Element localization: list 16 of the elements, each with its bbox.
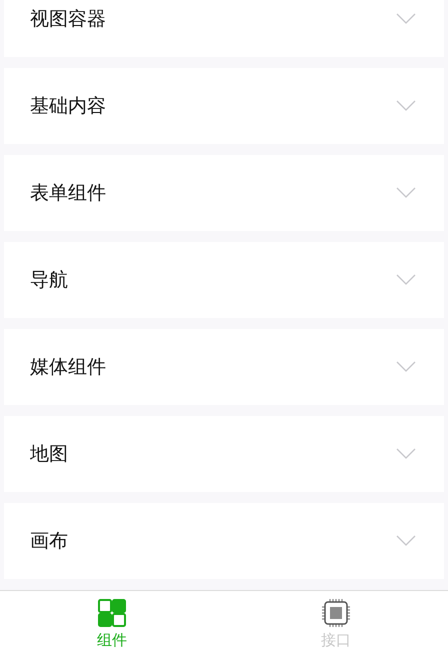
section-item[interactable]: 媒体组件 [4,329,444,405]
section-item[interactable]: 视图容器 [4,0,444,57]
section-item[interactable]: 基础内容 [4,68,444,144]
section-title: 地图 [30,442,68,467]
section-title: 视图容器 [30,7,106,32]
grid-icon [98,598,126,626]
section-title: 表单组件 [30,181,106,206]
section-item[interactable]: 表单组件 [4,155,444,231]
chip-icon [322,598,350,626]
section-item[interactable]: 画布 [4,503,444,579]
section-title: 画布 [30,529,68,554]
section-item[interactable]: 导航 [4,242,444,318]
section-title: 媒体组件 [30,355,106,380]
section-title: 基础内容 [30,94,106,119]
section-item[interactable]: 地图 [4,416,444,492]
section-title: 导航 [30,268,68,293]
